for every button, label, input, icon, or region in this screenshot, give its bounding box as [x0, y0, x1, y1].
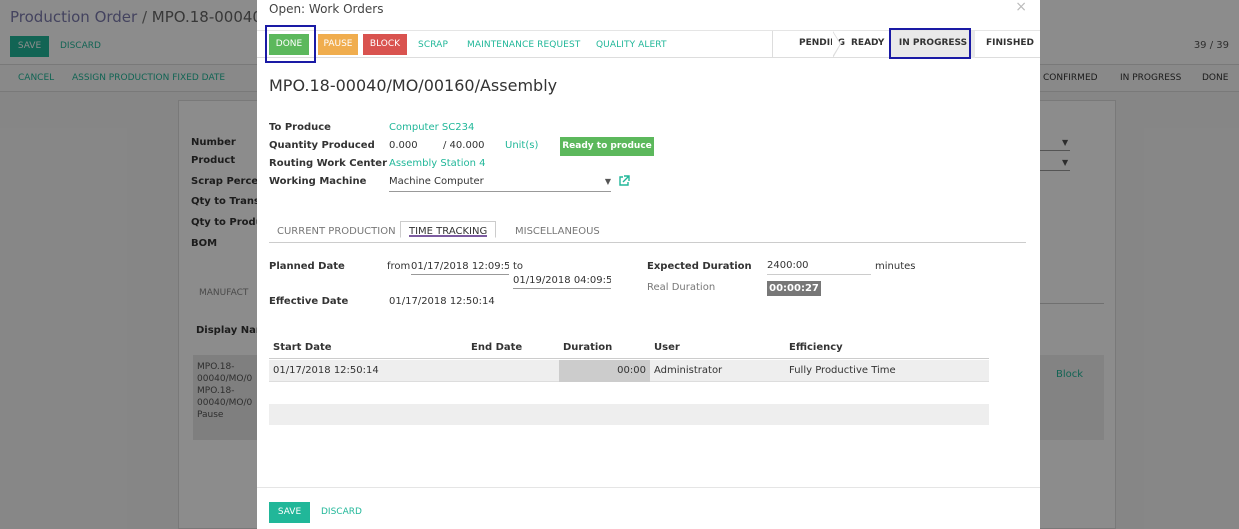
- qty-produced-label: Quantity Produced: [269, 140, 375, 151]
- to-produce-link[interactable]: Computer SC234: [389, 122, 474, 133]
- planned-end-input[interactable]: 01/19/2018 04:09:5‡: [513, 275, 611, 289]
- notebook-tabs: CURRENT PRODUCTION TIME TRACKING MISCELL…: [269, 221, 1026, 243]
- tab-time-tracking[interactable]: TIME TRACKING: [400, 221, 497, 238]
- tab-current-production[interactable]: CURRENT PRODUCTION: [277, 226, 396, 237]
- block-button[interactable]: BLOCK: [363, 34, 407, 55]
- scrap-button[interactable]: SCRAP: [418, 40, 448, 50]
- cell-duration: 00:00: [617, 365, 646, 376]
- record-title: MPO.18-00040/MO/00160/Assembly: [269, 76, 558, 95]
- close-icon[interactable]: ×: [1015, 0, 1027, 15]
- maintenance-request-button[interactable]: MAINTENANCE REQUEST: [467, 40, 580, 50]
- quality-alert-button[interactable]: QUALITY ALERT: [596, 40, 667, 50]
- external-link-icon[interactable]: [618, 175, 630, 187]
- pause-button[interactable]: PAUSE: [318, 34, 358, 55]
- dialog-title: Open: Work Orders: [269, 2, 384, 16]
- routing-label: Routing Work Center: [269, 158, 387, 169]
- col-start-date[interactable]: Start Date: [273, 342, 332, 353]
- discard-button[interactable]: DISCARD: [321, 507, 362, 517]
- expected-duration-label: Expected Duration: [647, 261, 752, 272]
- stage-pipeline: PENDING READY IN PROGRESS FINISHED: [772, 31, 1034, 58]
- ready-to-produce-badge: Ready to produce: [560, 137, 654, 156]
- effective-date-label: Effective Date: [269, 296, 349, 307]
- qty-unit-link[interactable]: Unit(s): [505, 140, 538, 151]
- from-label: from: [387, 261, 411, 272]
- to-label: to: [513, 261, 524, 272]
- expected-duration-input[interactable]: 2400:00: [767, 260, 871, 275]
- machine-select[interactable]: Machine Computer ▼: [389, 176, 611, 192]
- qty-total: / 40.000: [443, 140, 485, 151]
- cell-efficiency: Fully Productive Time: [789, 365, 896, 376]
- planned-date-label: Planned Date: [269, 261, 345, 272]
- effective-date-value: 01/17/2018 12:50:14: [389, 296, 495, 307]
- chevron-down-icon[interactable]: ▼: [605, 177, 611, 186]
- table-header: Start Date End Date Duration User Effici…: [269, 339, 989, 359]
- stage-arrow-icon: [832, 31, 841, 58]
- in-progress-highlight-box: [889, 28, 971, 59]
- machine-select-value: Machine Computer: [389, 176, 484, 187]
- done-highlight-box: [265, 25, 316, 63]
- cell-user: Administrator: [654, 365, 723, 376]
- to-produce-label: To Produce: [269, 122, 331, 133]
- machine-label: Working Machine: [269, 176, 367, 187]
- duration-cell: 00:00: [559, 360, 650, 382]
- cell-start-date: 01/17/2018 12:50:14: [273, 365, 379, 376]
- stage-finished[interactable]: FINISHED: [986, 31, 1034, 58]
- col-duration[interactable]: Duration: [563, 342, 612, 353]
- real-duration-timer: 00:00:27: [767, 281, 821, 296]
- tab-miscellaneous[interactable]: MISCELLANEOUS: [515, 226, 600, 237]
- table-row[interactable]: 01/17/2018 12:50:14 00:00 Administrator …: [269, 360, 989, 382]
- real-duration-label: Real Duration: [647, 282, 716, 293]
- work-order-dialog: Open: Work Orders × DONE PAUSE BLOCK SCR…: [257, 0, 1040, 529]
- planned-start-input[interactable]: 01/17/2018 12:09:5‡: [411, 261, 509, 275]
- col-efficiency[interactable]: Efficiency: [789, 342, 843, 353]
- stage-ready[interactable]: READY: [851, 31, 884, 58]
- col-user[interactable]: User: [654, 342, 680, 353]
- col-end-date[interactable]: End Date: [471, 342, 522, 353]
- save-button[interactable]: SAVE: [269, 502, 310, 523]
- qty-produced-value: 0.000: [389, 140, 418, 151]
- routing-link[interactable]: Assembly Station 4: [389, 158, 485, 169]
- table-empty-row: [269, 404, 989, 425]
- dialog-footer: SAVE DISCARD: [257, 487, 1040, 529]
- dialog-header: Open: Work Orders ×: [257, 0, 1040, 31]
- expected-duration-unit: minutes: [875, 261, 916, 272]
